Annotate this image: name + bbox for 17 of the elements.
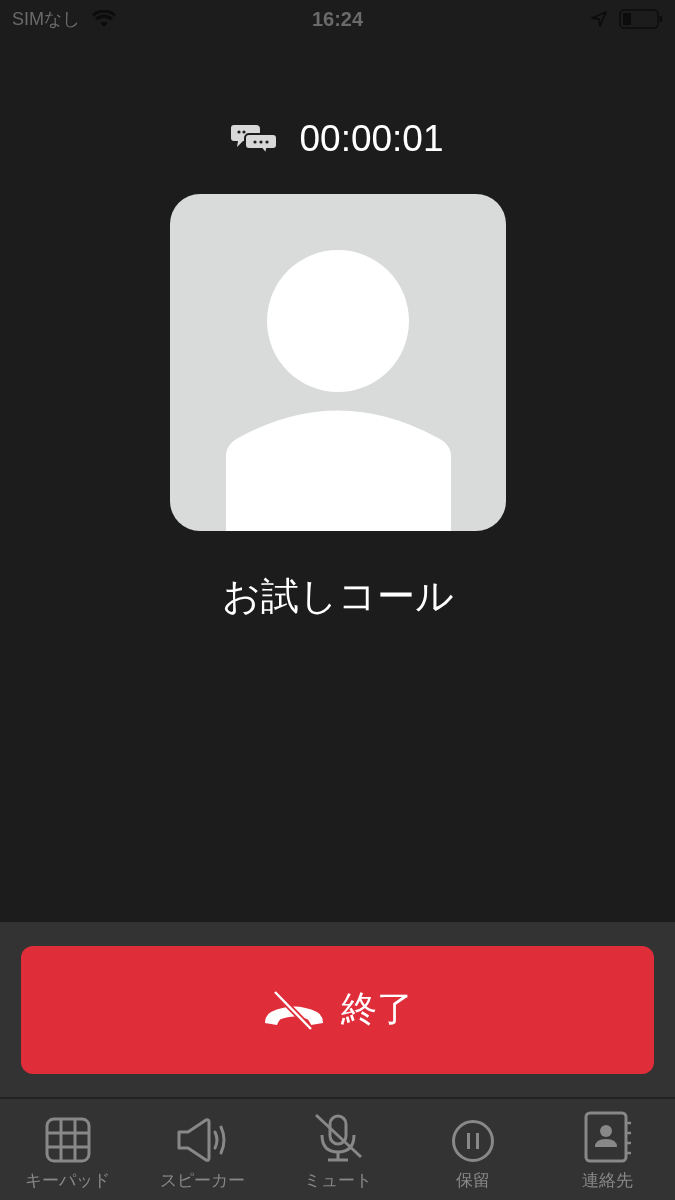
toolbar-button[interactable]: キーパッド	[0, 1099, 135, 1200]
end-call-button[interactable]: 終了	[21, 945, 654, 1074]
contacts-book-icon	[583, 1111, 632, 1163]
caller-name: お試しコール	[221, 573, 454, 620]
call-duration: 00:00:01	[299, 118, 444, 160]
toolbar-button[interactable]: 保留	[405, 1099, 540, 1200]
toolbar-button[interactable]: スピーカー	[135, 1099, 270, 1200]
keypad-icon	[44, 1117, 91, 1163]
avatar-icon	[169, 194, 506, 531]
muted-microphone-icon	[312, 1113, 363, 1163]
carrier-text: SIMなし	[12, 8, 80, 31]
hang-up-icon	[262, 988, 325, 1031]
clock-text: 16:24	[311, 7, 364, 31]
toolbar-button[interactable]: 連絡先	[540, 1099, 675, 1200]
toolbar-button[interactable]: ミュート	[270, 1099, 405, 1200]
chat-bubbles-icon	[231, 123, 278, 155]
pause-icon	[450, 1119, 495, 1163]
